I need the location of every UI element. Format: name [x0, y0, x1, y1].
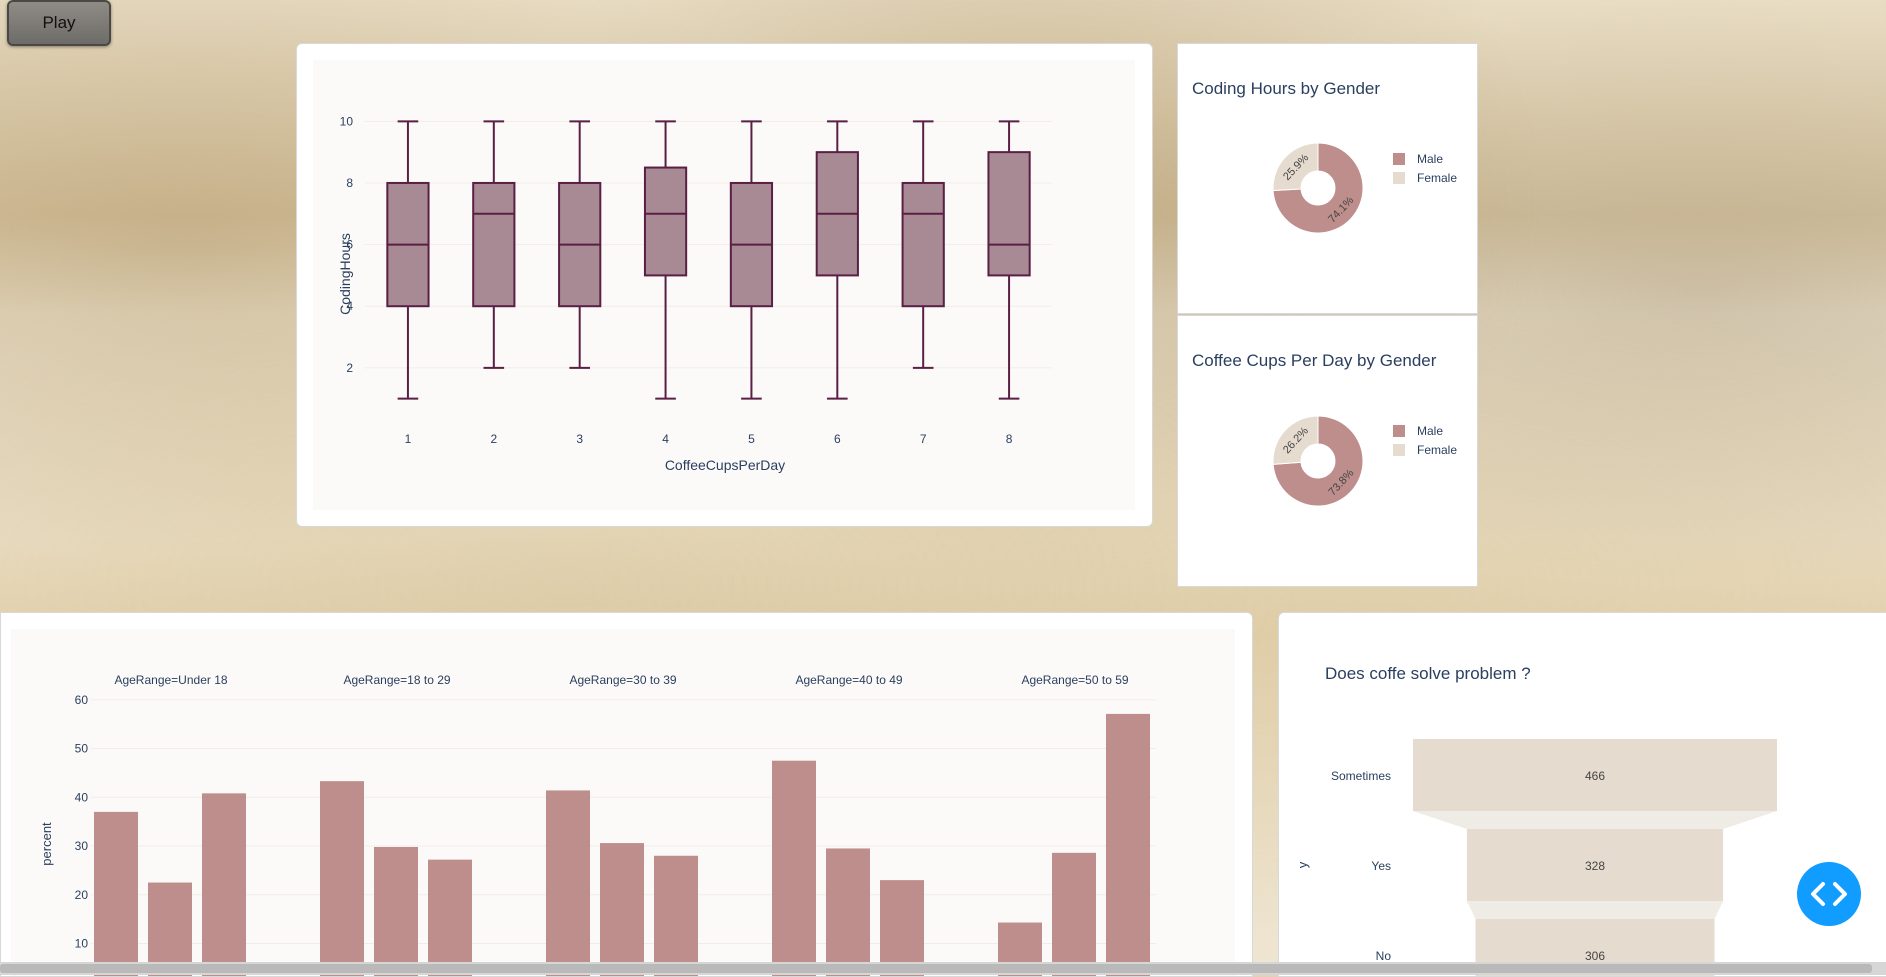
- donut-legend-coding-hours: Male Female: [1393, 149, 1457, 187]
- facet-title: AgeRange=18 to 29: [343, 673, 450, 687]
- bar: [772, 760, 816, 976]
- y-tick-label: 10: [75, 937, 89, 951]
- y-tick-label: 30: [75, 839, 89, 853]
- facet-title: AgeRange=Under 18: [114, 673, 227, 687]
- x-tick-label: 8: [1006, 432, 1013, 446]
- play-button[interactable]: Play: [7, 0, 111, 46]
- funnel-y-axis-title: y: [1295, 861, 1310, 868]
- horizontal-scrollbar-thumb[interactable]: [0, 964, 1872, 973]
- box-x-axis-title: CoffeeCupsPerDay: [665, 457, 785, 473]
- bar: [546, 790, 590, 976]
- box-iqr: [643, 166, 688, 277]
- y-tick-label: 8: [346, 176, 353, 190]
- bar: [1106, 713, 1150, 976]
- bar: [600, 843, 644, 976]
- funnel-category-label: No: [1376, 949, 1392, 963]
- x-tick-label: 2: [490, 432, 497, 446]
- x-tick-label: 6: [834, 432, 841, 446]
- x-tick-label: 3: [576, 432, 583, 446]
- legend-item-female[interactable]: Female: [1393, 168, 1457, 187]
- bar-y-axis-title: percent: [39, 822, 54, 866]
- box-iqr: [987, 151, 1031, 277]
- legend-label-female: Female: [1417, 170, 1458, 185]
- box-iqr: [901, 181, 945, 308]
- x-tick-label: 4: [662, 432, 669, 446]
- x-tick-label: 1: [405, 432, 412, 446]
- funnel-chart-svg: Does coffe solve problem ? y 466 Sometime…: [1295, 664, 1777, 976]
- y-tick-label: 60: [75, 693, 89, 707]
- funnel-value-label: 328: [1585, 859, 1605, 873]
- legend-item-female[interactable]: Female: [1393, 440, 1457, 459]
- funnel-value-label: 306: [1585, 949, 1605, 963]
- facet-title: AgeRange=40 to 49: [795, 673, 902, 687]
- facet-title: AgeRange=30 to 39: [569, 673, 676, 687]
- box-plot-card: CoffeeCupsPerDay CodingHours 2 4 6 8 10 1 2 3 4 5…: [296, 43, 1153, 527]
- code-chevrons-icon: [1811, 882, 1847, 906]
- bar: [320, 781, 364, 976]
- bar-chart-card: percent 10 20 30 40 50 60 AgeRange=Under 18 Age…: [0, 612, 1253, 977]
- bar: [826, 848, 870, 976]
- bar-chart-svg: percent 10 20 30 40 50 60 AgeRange=Under 18 Age…: [39, 673, 1156, 976]
- bar: [374, 846, 418, 976]
- funnel-category-label: Yes: [1371, 859, 1391, 873]
- x-tick-label: 7: [920, 432, 927, 446]
- funnel-title: Does coffe solve problem ?: [1325, 664, 1531, 683]
- bar: [202, 793, 246, 976]
- legend-swatch-female: [1393, 171, 1405, 184]
- box-iqr: [472, 181, 516, 308]
- donut-legend-coffee-cups: Male Female: [1393, 421, 1457, 459]
- y-tick-label: 6: [346, 238, 353, 252]
- y-tick-label: 20: [75, 888, 89, 902]
- legend-label-male: Male: [1417, 423, 1444, 438]
- x-tick-label: 5: [748, 432, 755, 446]
- legend-item-male[interactable]: Male: [1393, 149, 1457, 168]
- bar: [428, 859, 472, 976]
- legend-item-male[interactable]: Male: [1393, 421, 1457, 440]
- funnel-connector: [1413, 811, 1777, 829]
- box-plot-svg: CoffeeCupsPerDay CodingHours 2468101 2 3 4 5…: [337, 114, 1052, 473]
- y-tick-label: 40: [75, 790, 89, 804]
- legend-swatch-male: [1393, 424, 1405, 437]
- y-tick-label: 4: [346, 299, 353, 313]
- donut-card-coffee-cups: Coffee Cups Per Day by Gender 73.8% 26.2%…: [1177, 315, 1478, 587]
- legend-swatch-male: [1393, 152, 1405, 165]
- funnel-connector: [1466, 901, 1724, 919]
- bar: [654, 855, 698, 976]
- legend-swatch-female: [1393, 443, 1405, 456]
- bar: [94, 811, 138, 976]
- legend-label-male: Male: [1417, 151, 1444, 166]
- y-tick-label: 50: [75, 742, 89, 756]
- funnel-category-label: Sometimes: [1331, 769, 1391, 783]
- donut-card-coding-hours: Coding Hours by Gender 74.1% 25.9% Male F…: [1177, 43, 1478, 314]
- page-nav-button[interactable]: [1797, 862, 1861, 926]
- facet-title: AgeRange=50 to 59: [1021, 673, 1128, 687]
- funnel-value-label: 466: [1585, 769, 1605, 783]
- bar: [1052, 852, 1096, 976]
- y-tick-label: 2: [346, 361, 353, 375]
- legend-label-female: Female: [1417, 442, 1458, 457]
- y-tick-label: 10: [340, 114, 354, 128]
- funnel-card: Does coffe solve problem ? y 466 Sometime…: [1278, 612, 1886, 977]
